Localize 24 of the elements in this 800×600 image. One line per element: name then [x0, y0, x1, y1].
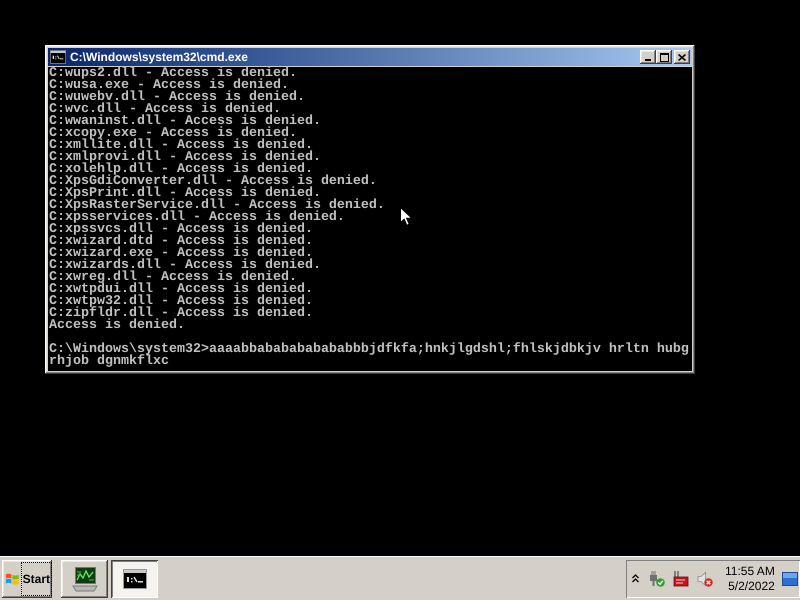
- console-line: Access is denied.: [49, 318, 185, 333]
- close-icon: [678, 54, 686, 60]
- clock-date: 5/2/2022: [728, 578, 775, 594]
- minimize-icon: [645, 59, 651, 61]
- minimize-button[interactable]: [640, 50, 656, 64]
- chevron-up-icon[interactable]: [632, 574, 639, 583]
- monitor-chart-icon: [70, 566, 100, 592]
- adapter-card-icon[interactable]: [673, 570, 689, 586]
- maximize-button[interactable]: [656, 50, 672, 64]
- clock-time: 11:55 AM: [725, 564, 775, 578]
- desktop-icon[interactable]: [782, 572, 798, 586]
- terminal-icon: [122, 568, 146, 588]
- network-check-icon[interactable]: [649, 570, 665, 586]
- volume-muted-icon[interactable]: [697, 570, 713, 586]
- command-line: rhjob dgnmkflxc: [49, 354, 169, 369]
- flag-logo-icon: [5, 570, 20, 586]
- start-button[interactable]: Start: [2, 560, 52, 598]
- terminal-icon: [50, 50, 66, 64]
- maximize-icon: [660, 52, 668, 62]
- taskbar-button[interactable]: [111, 560, 158, 598]
- taskbar-button[interactable]: [61, 560, 108, 598]
- window-title: C:\Windows\system32\cmd.exe: [70, 50, 248, 64]
- mouse-pointer-icon: [400, 207, 413, 226]
- close-button[interactable]: [674, 50, 690, 64]
